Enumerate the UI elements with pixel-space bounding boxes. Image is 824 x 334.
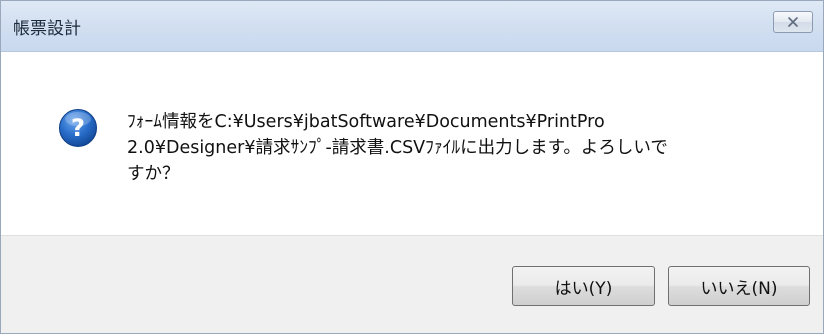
no-button[interactable]: いいえ(N): [668, 266, 810, 306]
yes-button[interactable]: はい(Y): [512, 266, 655, 306]
message-dialog: 帳票設計 ? ﾌｫｰﾑ情報をC:¥Users¥jbatSoftware¥Docu…: [0, 0, 824, 334]
message-line: すか？: [127, 164, 180, 184]
dialog-message: ﾌｫｰﾑ情報をC:¥Users¥jbatSoftware¥Documents¥P…: [127, 109, 777, 187]
close-button[interactable]: [773, 11, 813, 33]
title-bar[interactable]: 帳票設計: [1, 1, 823, 52]
button-bar: はい(Y) いいえ(N): [1, 235, 823, 333]
window-title: 帳票設計: [13, 19, 81, 39]
svg-text:?: ?: [71, 114, 85, 142]
close-icon: [788, 17, 798, 27]
message-line: 2.0¥Designer¥請求ｻﾝﾌﾟ-請求書.CSVﾌｧｲﾙに出力します。よろ…: [127, 138, 668, 158]
message-line: ﾌｫｰﾑ情報をC:¥Users¥jbatSoftware¥Documents¥P…: [127, 112, 605, 132]
question-icon: ?: [59, 109, 97, 147]
dialog-content: ? ﾌｫｰﾑ情報をC:¥Users¥jbatSoftware¥Documents…: [1, 52, 823, 235]
